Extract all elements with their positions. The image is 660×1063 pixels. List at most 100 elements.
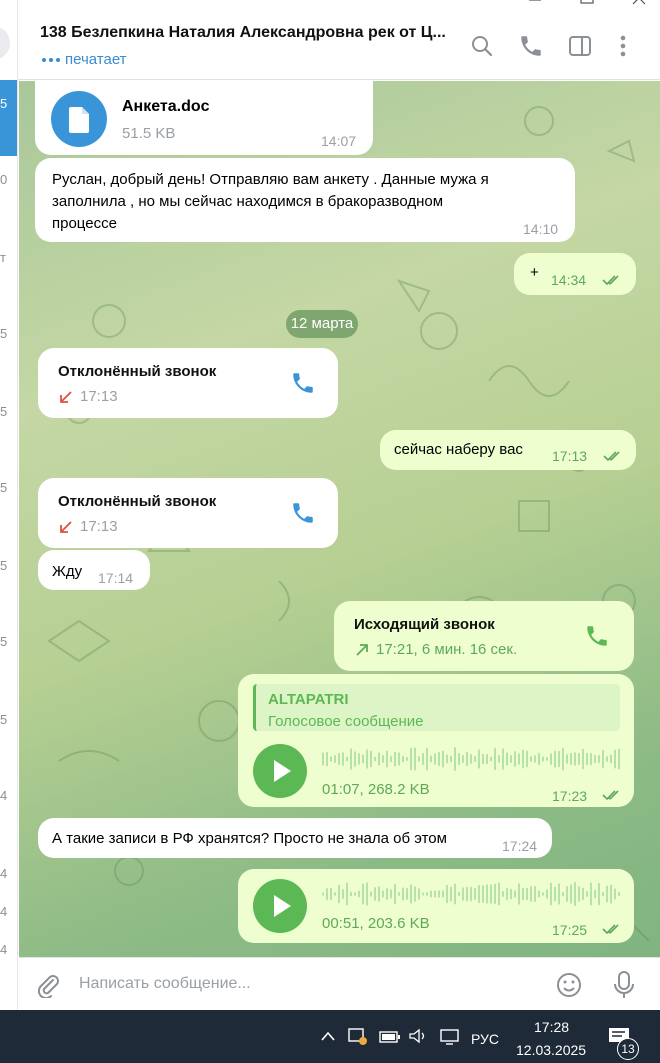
clock-time[interactable]: 17:28 bbox=[534, 1019, 569, 1035]
chat-list-cut-text: 4 bbox=[0, 866, 8, 881]
declined-call-message[interactable]: Отклонённый звонок 17:13 bbox=[38, 348, 338, 418]
search-icon[interactable] bbox=[469, 33, 495, 59]
waveform-bar bbox=[378, 886, 380, 902]
waveform-bar bbox=[482, 885, 484, 903]
outgoing-message[interactable]: сейчас наберу вас 17:13 bbox=[380, 430, 636, 470]
waveform[interactable] bbox=[322, 746, 622, 772]
waveform-bar bbox=[486, 884, 488, 904]
message-time: 17:23 bbox=[552, 788, 588, 804]
chevron-up-icon[interactable] bbox=[320, 1029, 336, 1045]
incoming-message[interactable]: Жду 17:14 bbox=[38, 550, 150, 590]
waveform-bar bbox=[330, 887, 332, 901]
waveform-bar bbox=[338, 884, 340, 904]
voice-message[interactable]: ALTAPATRI Голосовое сообщение 01:07, 268… bbox=[238, 674, 634, 807]
waveform-bar bbox=[522, 887, 524, 901]
waveform-bar bbox=[394, 751, 396, 767]
voice-message[interactable]: 00:51, 203.6 KB 17:25 bbox=[238, 869, 634, 943]
call-time: 17:13 bbox=[80, 518, 118, 535]
call-back-phone-icon[interactable] bbox=[290, 370, 316, 402]
phone-icon[interactable] bbox=[518, 33, 544, 59]
waveform-bar bbox=[558, 750, 560, 768]
waveform[interactable] bbox=[322, 881, 622, 907]
message-text: А такие записи в РФ хранятся? Просто не … bbox=[52, 830, 447, 847]
waveform-bar bbox=[534, 885, 536, 903]
waveform-bar bbox=[574, 752, 576, 766]
outgoing-message[interactable]: + 14:34 bbox=[514, 253, 636, 295]
waveform-bar bbox=[394, 883, 396, 905]
waveform-bar bbox=[402, 755, 404, 763]
emoji-icon[interactable] bbox=[555, 971, 583, 1004]
outgoing-call-message[interactable]: Исходящий звонок 17:21, 6 мин. 16 сек. bbox=[334, 601, 634, 671]
waveform-bar bbox=[458, 752, 460, 766]
call-duration: 17:21, 6 мин. 16 сек. bbox=[376, 641, 518, 658]
waveform-bar bbox=[410, 747, 412, 771]
file-name[interactable]: Анкета.doc bbox=[122, 96, 210, 117]
message-list[interactable]: Анкета.doc 51.5 KB 14:07 Руслан, добрый … bbox=[19, 81, 660, 957]
play-button[interactable] bbox=[253, 744, 307, 798]
waveform-bar bbox=[474, 755, 476, 763]
chat-list-cut-text: 5 bbox=[0, 96, 8, 111]
reply-quote[interactable]: ALTAPATRI Голосовое сообщение bbox=[253, 684, 620, 731]
waveform-bar bbox=[366, 749, 368, 769]
read-checkmarks-icon bbox=[602, 275, 619, 286]
volume-icon[interactable] bbox=[408, 1028, 428, 1047]
waveform-bar bbox=[490, 884, 492, 904]
waveform-bar bbox=[574, 882, 576, 906]
incoming-message[interactable]: А такие записи в РФ хранятся? Просто не … bbox=[38, 818, 552, 858]
waveform-bar bbox=[550, 882, 552, 906]
waveform-bar bbox=[322, 892, 324, 896]
waveform-bar bbox=[458, 891, 460, 897]
maximize-icon[interactable] bbox=[580, 0, 594, 4]
waveform-bar bbox=[550, 753, 552, 765]
message-text: сейчас наберу вас bbox=[394, 441, 523, 458]
file-message[interactable]: Анкета.doc 51.5 KB 14:07 bbox=[35, 81, 373, 155]
more-vertical-icon[interactable] bbox=[610, 33, 636, 59]
display-icon[interactable] bbox=[439, 1028, 461, 1049]
waveform-bar bbox=[590, 882, 592, 906]
waveform-bar bbox=[398, 892, 400, 896]
attach-icon[interactable] bbox=[35, 972, 61, 1003]
call-title: Отклонённый звонок bbox=[58, 493, 217, 510]
message-composer bbox=[19, 957, 660, 1010]
document-icon[interactable] bbox=[51, 91, 107, 147]
incoming-message[interactable]: Руслан, добрый день! Отправляю вам анкет… bbox=[35, 158, 575, 242]
selected-chat-highlight[interactable] bbox=[0, 80, 17, 156]
chat-title[interactable]: 138 Безлепкина Наталия Александровна рек… bbox=[40, 24, 446, 42]
network-status-icon[interactable] bbox=[347, 1026, 369, 1049]
waveform-bar bbox=[494, 883, 496, 905]
microphone-icon[interactable] bbox=[611, 970, 637, 1005]
waveform-bar bbox=[486, 753, 488, 765]
waveform-bar bbox=[510, 888, 512, 900]
waveform-bar bbox=[406, 756, 408, 762]
waveform-bar bbox=[450, 886, 452, 902]
input-language[interactable]: РУС bbox=[471, 1031, 499, 1047]
declined-call-message[interactable]: Отклонённый звонок 17:13 bbox=[38, 478, 338, 548]
waveform-bar bbox=[386, 887, 388, 901]
play-button[interactable] bbox=[253, 879, 307, 933]
waveform-bar bbox=[370, 891, 372, 897]
waveform-bar bbox=[570, 752, 572, 766]
waveform-bar bbox=[566, 886, 568, 902]
minimize-icon[interactable] bbox=[528, 0, 542, 2]
waveform-bar bbox=[586, 890, 588, 898]
sidebar-toggle-icon[interactable] bbox=[567, 33, 593, 59]
message-input[interactable] bbox=[79, 970, 539, 998]
waveform-bar bbox=[602, 891, 604, 897]
close-icon[interactable] bbox=[632, 0, 646, 5]
battery-icon[interactable] bbox=[379, 1030, 401, 1046]
clock-date[interactable]: 12.03.2025 bbox=[516, 1042, 586, 1058]
waveform-bar bbox=[446, 754, 448, 764]
waveform-bar bbox=[618, 891, 620, 897]
waveform-bar bbox=[350, 748, 352, 770]
missed-call-arrow-icon bbox=[60, 390, 72, 403]
message-text-line: заполнила , но мы сейчас находимся в бра… bbox=[52, 193, 444, 210]
chat-list-cut-text: 4 bbox=[0, 904, 8, 919]
waveform-bar bbox=[594, 754, 596, 764]
waveform-bar bbox=[554, 886, 556, 902]
waveform-bar bbox=[542, 756, 544, 762]
waveform-bar bbox=[378, 752, 380, 766]
call-back-phone-icon[interactable] bbox=[290, 500, 316, 532]
call-again-phone-icon[interactable] bbox=[584, 623, 610, 655]
waveform-bar bbox=[474, 887, 476, 901]
waveform-bar bbox=[358, 890, 360, 898]
